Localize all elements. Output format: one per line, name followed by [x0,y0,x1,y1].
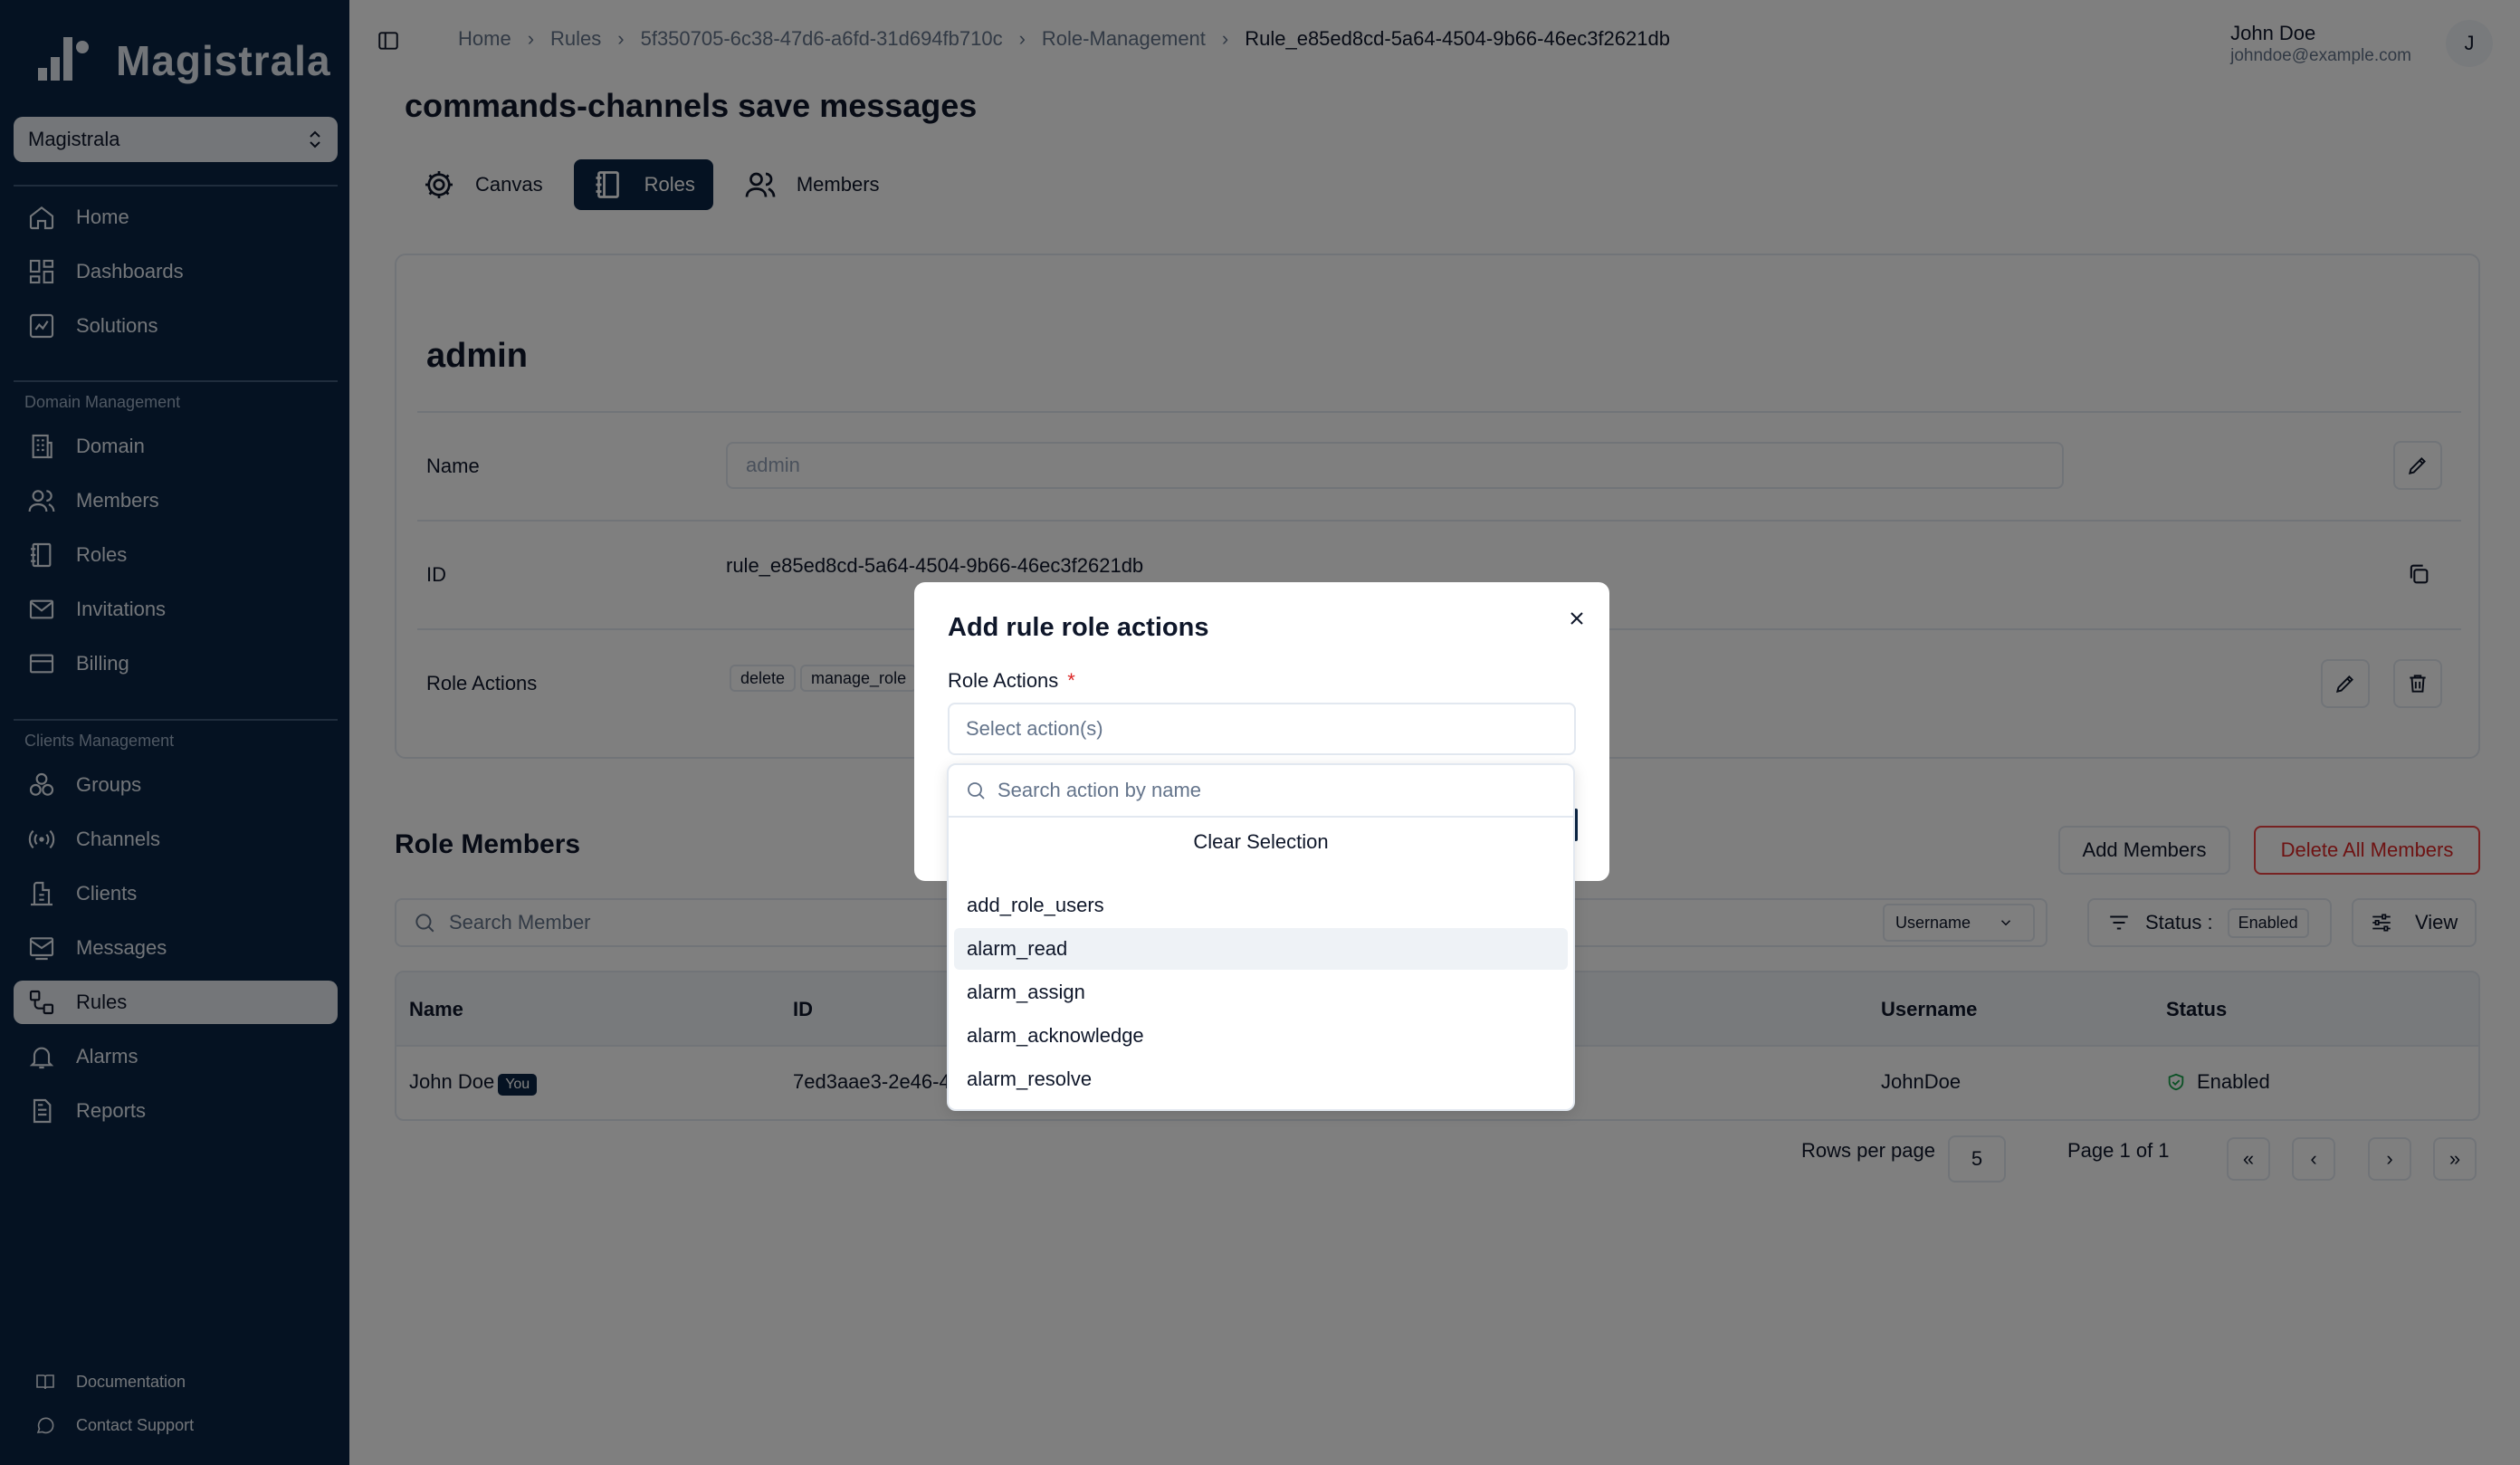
close-icon[interactable] [1566,608,1588,629]
action-option-highlighted[interactable]: alarm_read [954,928,1568,970]
action-option[interactable]: alarm_assign [954,972,1568,1013]
dialog-title: Add rule role actions [948,613,1209,642]
role-actions-select[interactable]: Select action(s) [948,703,1576,755]
search-icon [968,782,985,800]
role-actions-dropdown: Search action by name Clear Selection ad… [947,763,1575,1111]
action-option[interactable]: add_role_users [954,885,1568,926]
role-actions-field-label: Role Actions * [948,669,1075,693]
action-search-placeholder: Search action by name [998,779,1202,801]
divider [949,816,1573,818]
action-search-input[interactable]: Search action by name [949,765,1573,816]
clear-selection-button[interactable]: Clear Selection [949,830,1573,854]
action-option[interactable]: alarm_acknowledge [954,1015,1568,1057]
required-marker: * [1067,669,1075,692]
field-label-text: Role Actions [948,669,1059,692]
action-option[interactable]: alarm_resolve [954,1058,1568,1100]
